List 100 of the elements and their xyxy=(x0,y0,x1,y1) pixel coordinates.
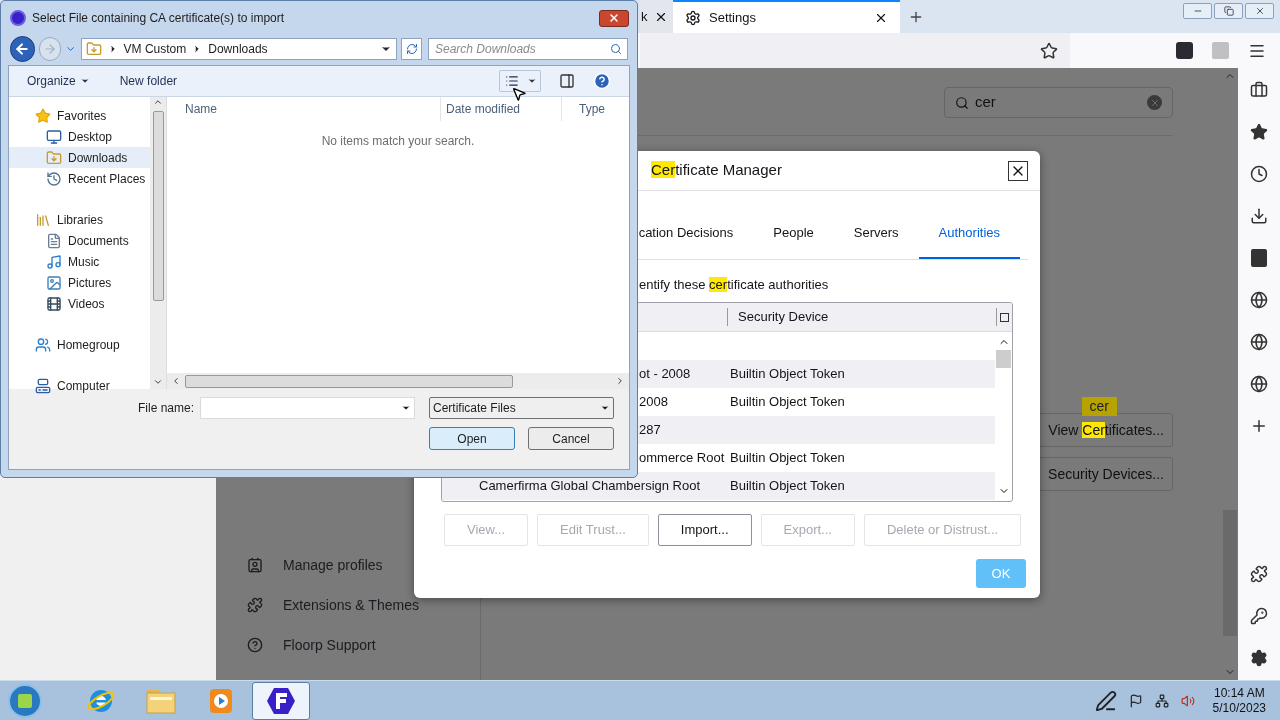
scrollbar-thumb[interactable] xyxy=(185,374,513,388)
play-icon xyxy=(208,686,234,715)
nav-pane-item[interactable]: Pictures xyxy=(9,272,150,293)
clock-date[interactable]: 5/10/2023 xyxy=(1212,700,1266,716)
view-button[interactable] xyxy=(499,70,541,92)
settings-nav-item[interactable]: Manage profiles xyxy=(247,554,480,576)
scroll-left-icon[interactable] xyxy=(171,376,181,386)
organize-button[interactable]: Organize xyxy=(27,72,90,90)
nav-pane-item[interactable]: Libraries xyxy=(9,209,150,230)
pen-icon[interactable] xyxy=(1094,689,1117,712)
tab[interactable]: Servers xyxy=(833,223,919,259)
floorp-logo-icon xyxy=(265,685,297,716)
search-tooltip: cer xyxy=(1081,397,1117,416)
windows-logo-icon xyxy=(18,693,32,708)
list-icon xyxy=(505,74,519,88)
table-row[interactable]: Camerfirma Global Chambersign Root Builtin Object Token xyxy=(442,472,995,500)
download-icon[interactable] xyxy=(1250,207,1268,225)
plus-icon[interactable] xyxy=(1250,417,1268,435)
desktop-icon xyxy=(46,128,62,145)
nav-pane-item[interactable]: Downloads xyxy=(9,147,150,168)
music-icon xyxy=(46,253,62,270)
file-type-dropdown[interactable]: Certificate Files xyxy=(429,397,614,419)
clock-time[interactable]: 10:14 AM xyxy=(1213,685,1265,701)
extensions-icon xyxy=(247,597,263,613)
refresh-button[interactable] xyxy=(401,38,422,60)
address-bar[interactable]: VM Custom Downloads xyxy=(80,38,398,60)
nav-pane-item[interactable]: Documents xyxy=(9,230,150,251)
star-icon[interactable] xyxy=(1040,41,1058,60)
tab[interactable]: People xyxy=(753,223,834,259)
table-cell: 287 xyxy=(639,422,661,438)
computer-icon xyxy=(35,377,51,394)
network-icon[interactable] xyxy=(1154,693,1169,708)
table-cell: 2008 xyxy=(639,394,668,410)
help-icon[interactable] xyxy=(593,72,611,90)
key-icon[interactable] xyxy=(1250,607,1268,625)
sidebar-toggle-icon[interactable] xyxy=(1176,42,1193,59)
nav-pane-item[interactable]: Homegroup xyxy=(9,334,150,355)
nav-pane-item[interactable]: Recent Places xyxy=(9,168,150,189)
clock-icon[interactable] xyxy=(1250,165,1268,183)
settings-nav-item[interactable]: Extensions & Themes xyxy=(247,594,480,616)
column-header[interactable]: Name xyxy=(167,97,440,121)
globe-icon[interactable] xyxy=(1250,333,1268,351)
nav-pane-item[interactable]: Desktop xyxy=(9,126,150,147)
scrollbar-thumb[interactable] xyxy=(1223,510,1237,636)
settings-icon[interactable] xyxy=(1250,649,1268,667)
dialog-button[interactable]: Import... xyxy=(657,514,752,546)
scrollbar-thumb[interactable] xyxy=(996,350,1011,368)
volume-icon[interactable] xyxy=(1180,693,1195,708)
caret-icon xyxy=(600,403,610,413)
nav-pane-item[interactable]: Videos xyxy=(9,293,150,314)
table-cell-text: Builtin Object Token xyxy=(730,393,845,412)
field-label: File name: xyxy=(137,400,194,417)
pictures-icon xyxy=(46,274,62,291)
star-icon[interactable] xyxy=(1250,123,1268,141)
help-icon xyxy=(247,637,263,653)
refresh-icon xyxy=(405,43,418,55)
close-icon xyxy=(1149,97,1160,108)
breadcrumb-item[interactable]: VM Custom xyxy=(123,40,187,58)
browser-tab[interactable]: Settings xyxy=(673,0,900,33)
clear-icon[interactable] xyxy=(1147,95,1162,110)
restore-icon xyxy=(1223,6,1234,16)
restore-button[interactable] xyxy=(1214,3,1243,19)
close-button[interactable] xyxy=(1008,160,1028,181)
scroll-up-icon[interactable] xyxy=(153,97,163,107)
dialog-button[interactable]: Cancel xyxy=(528,427,614,450)
start-button[interactable] xyxy=(8,683,42,718)
globe-icon[interactable] xyxy=(1250,375,1268,393)
table-cell: Camerfirma Global Chambersign Root xyxy=(479,478,701,494)
dialog-button[interactable]: Open xyxy=(429,427,515,450)
column-header[interactable]: Type xyxy=(561,97,623,121)
videos-icon xyxy=(46,295,62,312)
taskbar-app[interactable] xyxy=(252,681,310,720)
nav-pane-item[interactable]: Music xyxy=(9,251,150,272)
scroll-right-icon[interactable] xyxy=(615,376,625,386)
scroll-down-icon[interactable] xyxy=(153,377,163,387)
star-icon xyxy=(35,107,51,124)
preview-pane-icon[interactable] xyxy=(559,73,575,89)
nav-pane-item[interactable]: Favorites xyxy=(9,105,150,126)
browser-tab[interactable]: k xyxy=(640,0,673,33)
file-name-field[interactable] xyxy=(200,397,415,419)
breadcrumb-item[interactable]: Downloads xyxy=(208,40,268,58)
close-button[interactable] xyxy=(599,9,629,27)
back-button[interactable] xyxy=(10,36,35,62)
briefcase-icon[interactable] xyxy=(1250,81,1268,99)
flag-icon[interactable] xyxy=(1128,693,1143,708)
search-field[interactable]: cer xyxy=(944,87,1173,118)
tab[interactable]: Authorities xyxy=(918,223,1020,259)
profiles-icon xyxy=(247,557,263,573)
nav-pane-item[interactable]: Computer xyxy=(9,375,150,396)
search-icon xyxy=(610,43,622,55)
scrollbar-thumb[interactable] xyxy=(152,111,164,301)
column-picker-icon[interactable] xyxy=(996,308,1012,326)
table-cell-text: Builtin Object Token xyxy=(730,477,845,496)
new-folder-button[interactable]: New folder xyxy=(119,72,178,90)
search-icon xyxy=(955,95,969,110)
puzzle-icon[interactable] xyxy=(1250,565,1268,583)
settings-nav-item[interactable]: Floorp Support xyxy=(247,634,480,656)
button-label: Security Devices... xyxy=(1048,464,1164,484)
search-field[interactable]: Search Downloads xyxy=(428,38,628,60)
globe-icon[interactable] xyxy=(1250,291,1268,309)
